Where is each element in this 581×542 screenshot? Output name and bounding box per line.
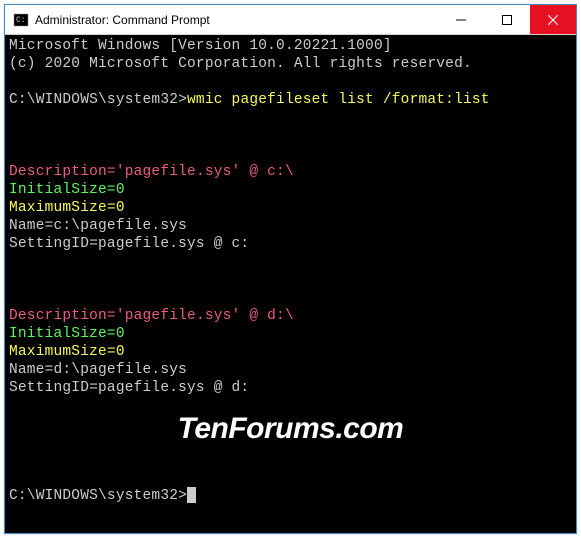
copyright-line: (c) 2020 Microsoft Corporation. All righ… [9,55,572,73]
output-initialsize: InitialSize=0 [9,325,572,343]
output-name: Name=d:\pagefile.sys [9,361,572,379]
command-line: C:\WINDOWS\system32>wmic pagefileset lis… [9,91,572,109]
prompt-text: C:\WINDOWS\system32> [9,488,187,504]
output-description: Description='pagefile.sys' @ d:\ [9,307,572,325]
description-label: Description= [9,164,116,180]
blank-line [9,451,572,469]
description-value: 'pagefile.sys' @ d:\ [116,308,294,324]
svg-text:C:: C: [16,16,26,25]
blank-line [9,289,572,307]
window-controls [438,5,576,34]
blank-line [9,127,572,145]
blank-line [9,109,572,127]
output-settingid: SettingID=pagefile.sys @ d: [9,379,572,397]
command-prompt-window: C: Administrator: Command Prompt Microso… [4,4,577,534]
blank-line [9,433,572,451]
blank-line [9,73,572,91]
minimize-button[interactable] [438,5,484,34]
output-maximumsize: MaximumSize=0 [9,199,572,217]
blank-line [9,397,572,415]
blank-line [9,253,572,271]
prompt-line: C:\WINDOWS\system32> [9,487,572,505]
blank-line [9,145,572,163]
cursor [187,487,196,503]
titlebar[interactable]: C: Administrator: Command Prompt [5,5,576,35]
blank-line [9,469,572,487]
version-line: Microsoft Windows [Version 10.0.20221.10… [9,37,572,55]
description-label: Description= [9,308,116,324]
output-initialsize: InitialSize=0 [9,181,572,199]
command-text: wmic pagefileset list /format:list [187,92,490,108]
terminal-area[interactable]: Microsoft Windows [Version 10.0.20221.10… [5,35,576,533]
blank-line [9,271,572,289]
output-settingid: SettingID=pagefile.sys @ c: [9,235,572,253]
cmd-icon: C: [13,12,29,28]
output-description: Description='pagefile.sys' @ c:\ [9,163,572,181]
output-maximumsize: MaximumSize=0 [9,343,572,361]
description-value: 'pagefile.sys' @ c:\ [116,164,294,180]
blank-line [9,415,572,433]
maximize-button[interactable] [484,5,530,34]
window-title: Administrator: Command Prompt [35,13,438,27]
prompt-text: C:\WINDOWS\system32> [9,92,187,108]
close-button[interactable] [530,5,576,34]
output-name: Name=c:\pagefile.sys [9,217,572,235]
